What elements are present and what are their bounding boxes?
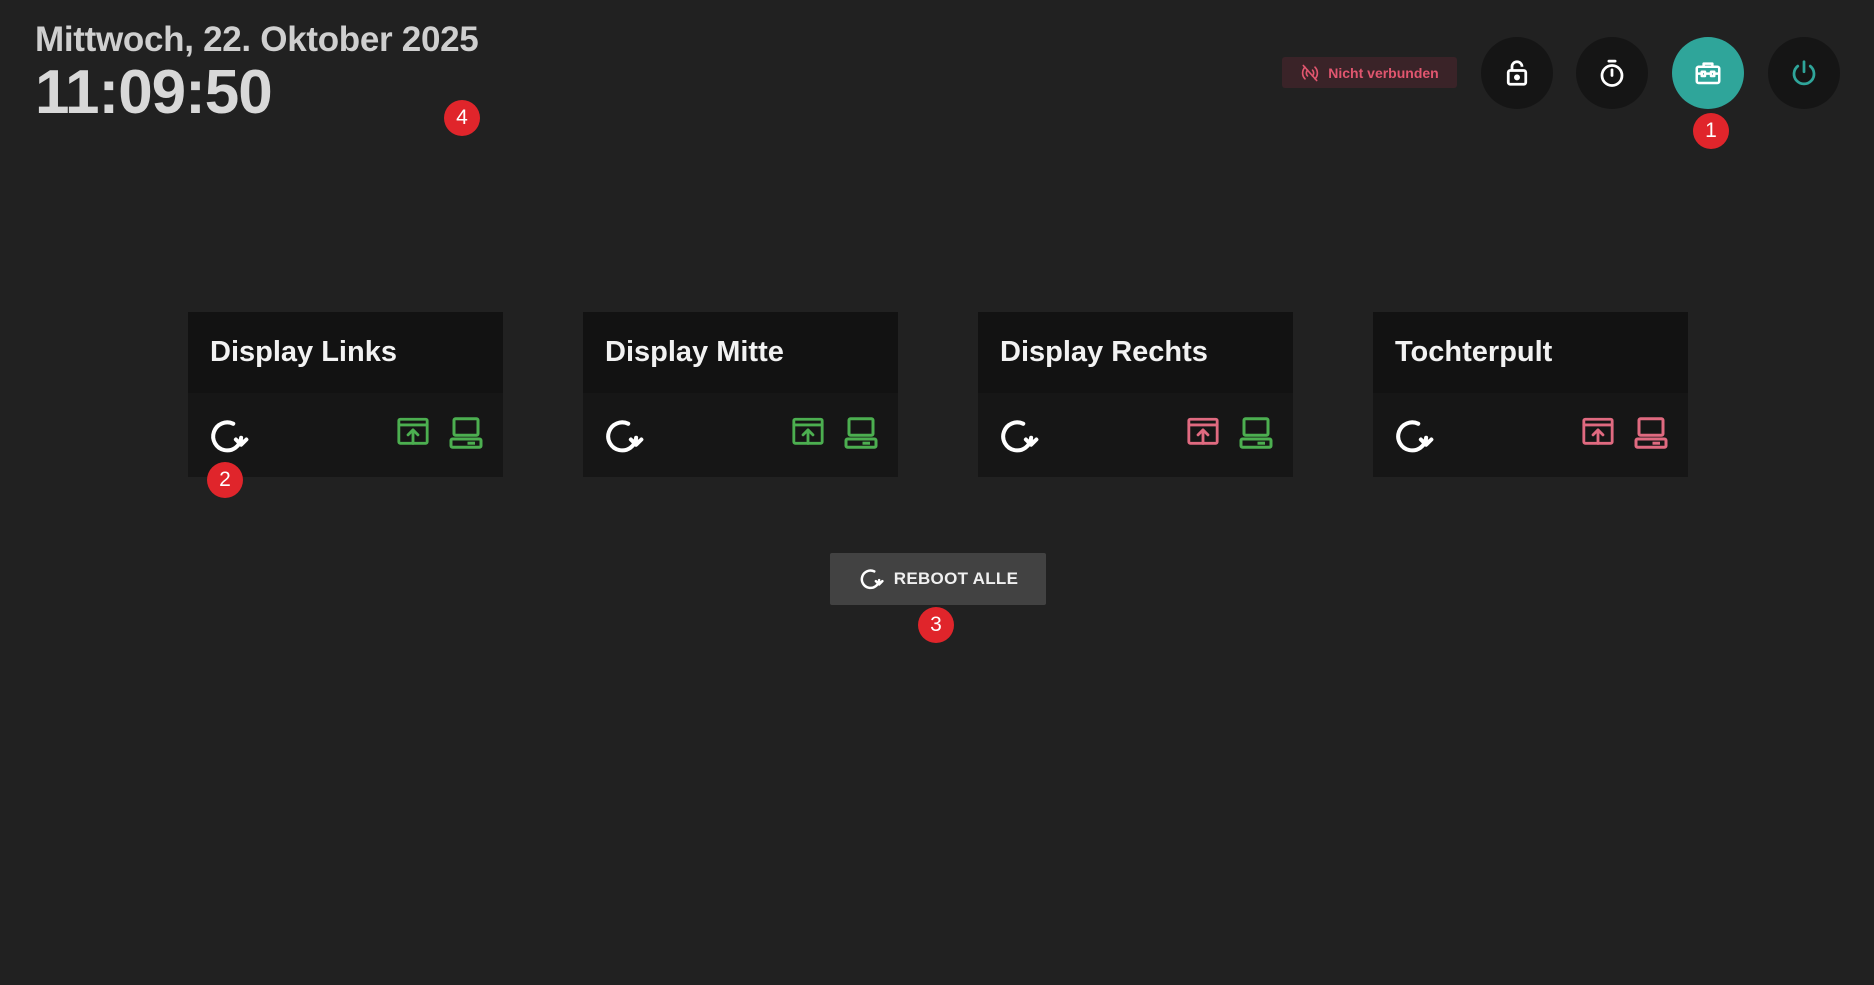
- marker-1: 1: [1693, 113, 1729, 149]
- reboot-icon[interactable]: [1392, 415, 1434, 457]
- refresh-icon: [860, 569, 884, 590]
- reboot-all-label: REBOOT ALLE: [893, 569, 1019, 588]
- power-button[interactable]: [1768, 37, 1840, 109]
- signal-off-icon: [1302, 64, 1319, 81]
- reboot-icon[interactable]: [207, 415, 249, 457]
- app-root: Mittwoch, 22. Oktober 2025 11:09:50 Nich…: [0, 0, 1874, 985]
- cast-screen-icon: [397, 417, 429, 445]
- connection-status-label: Nicht verbunden: [1328, 64, 1439, 81]
- display-card-title: Display Mitte: [583, 312, 898, 393]
- reboot-icon[interactable]: [602, 415, 644, 457]
- power-icon: [1792, 60, 1816, 86]
- cast-screen-icon: [1582, 417, 1614, 445]
- display-card-title: Tochterpult: [1373, 312, 1688, 393]
- display-card-rechts: Display Rechts: [978, 312, 1293, 477]
- display-card-tochterpult: Tochterpult: [1373, 312, 1688, 477]
- connection-status-badge: Nicht verbunden: [1282, 57, 1457, 88]
- timer-button[interactable]: [1576, 37, 1648, 109]
- cast-screen-icon: [792, 417, 824, 445]
- reboot-icon[interactable]: [997, 415, 1039, 457]
- date-label: Mittwoch, 22. Oktober 2025: [35, 20, 479, 59]
- tools-button[interactable]: [1672, 37, 1744, 109]
- computer-icon: [844, 417, 878, 449]
- marker-2: 2: [207, 462, 243, 498]
- marker-3: 3: [918, 607, 954, 643]
- lock-icon: [1506, 60, 1528, 86]
- computer-icon: [1634, 417, 1668, 449]
- display-card-mitte: Display Mitte: [583, 312, 898, 477]
- marker-4: 4: [444, 100, 480, 136]
- computer-icon: [449, 417, 483, 449]
- clock: Mittwoch, 22. Oktober 2025 11:09:50: [35, 18, 479, 127]
- computer-icon: [1239, 417, 1273, 449]
- reboot-all-button[interactable]: REBOOT ALLE: [830, 553, 1046, 605]
- display-card-title: Display Rechts: [978, 312, 1293, 393]
- display-card-title: Display Links: [188, 312, 503, 393]
- display-card-links: Display Links: [188, 312, 503, 477]
- lock-button[interactable]: [1481, 37, 1553, 109]
- cast-screen-icon: [1187, 417, 1219, 445]
- toolbox-icon: [1695, 62, 1721, 85]
- stopwatch-icon: [1600, 59, 1624, 87]
- time-label: 11:09:50: [35, 58, 273, 127]
